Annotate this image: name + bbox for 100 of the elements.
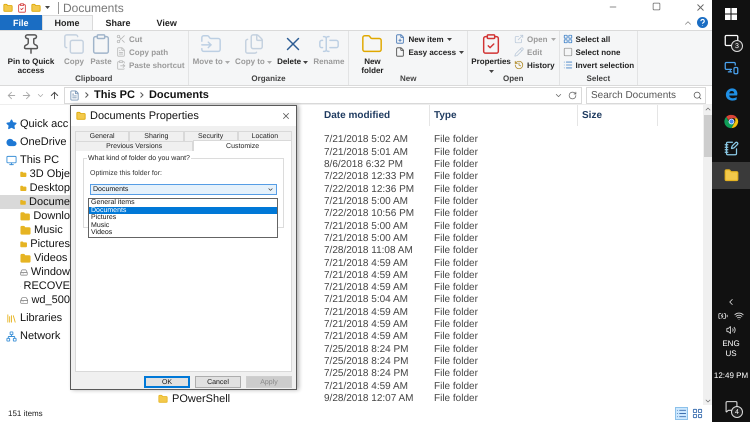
input-region[interactable]: US: [725, 349, 737, 359]
nav-item[interactable]: Downlo: [0, 209, 70, 223]
details-view-button[interactable]: [675, 407, 688, 420]
type-cell-text: File folder: [433, 270, 479, 282]
monitor-icon: [724, 60, 738, 75]
ribbon-button[interactable]: Pin to Quick access: [3, 33, 59, 75]
type-cell-text: File folder: [433, 344, 479, 356]
ribbon-button[interactable]: Select all: [562, 33, 634, 45]
nav-item[interactable]: 3D Obje: [0, 167, 70, 181]
type-cell-text: File folder: [433, 282, 479, 294]
nav-item[interactable]: Desktop: [0, 181, 70, 195]
breadcrumb[interactable]: This PC: [94, 89, 135, 101]
help-icon[interactable]: [697, 17, 708, 28]
input-language[interactable]: ENG: [722, 339, 740, 349]
up-button[interactable]: [49, 90, 60, 100]
type-cell-text: File folder: [433, 159, 479, 171]
ribbon-icon: [116, 60, 126, 70]
type-cell-text: File folder: [433, 232, 479, 245]
network-icon: [6, 330, 17, 342]
ribbon-button[interactable]: History: [514, 59, 556, 71]
date-cell-text: 7/21/2018 5:01 AM: [323, 146, 409, 159]
notepad-icon: [724, 141, 738, 156]
nav-item[interactable]: Network: [0, 329, 70, 343]
windows-icon: [725, 8, 737, 20]
folder-icon: [158, 394, 168, 404]
ribbon-button[interactable]: Invert selection: [562, 59, 634, 71]
type-cell-text: File folder: [433, 146, 479, 159]
breadcrumb[interactable]: Documents: [148, 89, 209, 101]
caret-icon: [45, 6, 50, 9]
tiles-view-button[interactable]: [691, 407, 704, 420]
date-cell-text: 7/22/2018 12:33 PM: [323, 171, 416, 184]
file-name[interactable]: POwerShell: [140, 392, 320, 405]
volume-icon[interactable]: [726, 325, 736, 335]
nav-item[interactable]: Docume: [0, 195, 70, 209]
close-button[interactable]: [281, 111, 291, 121]
date-cell-text: 7/21/2018 5:00 AM: [323, 232, 409, 245]
battery-icon[interactable]: [718, 311, 728, 321]
ribbon-button[interactable]: New folder: [352, 33, 392, 75]
nav-item[interactable]: Window: [0, 265, 70, 279]
wifi-icon[interactable]: [734, 311, 744, 321]
library-icon: [6, 312, 17, 324]
scroll-down-icon[interactable]: [704, 397, 712, 405]
type-cell-text: File folder: [433, 294, 479, 306]
type-cell-text: File folder: [433, 208, 479, 220]
pinned-icon: [6, 118, 17, 130]
caret-icon: [550, 38, 556, 40]
folder-icon: [20, 210, 30, 222]
nav-item[interactable]: Quick acc: [0, 117, 70, 131]
caret-icon: [303, 61, 308, 64]
ribbon-tab[interactable]: File: [0, 15, 42, 30]
scrollbar[interactable]: [703, 105, 712, 405]
column-header[interactable]: Size: [578, 105, 658, 126]
nav-item[interactable]: OneDrive: [0, 135, 70, 149]
date-cell-text: 7/21/2018 5:04 AM: [323, 294, 409, 306]
item-count: 151 items: [8, 409, 43, 418]
nav-item[interactable]: Pictures: [0, 237, 70, 251]
type-cell-text: File folder: [433, 392, 479, 405]
scroll-up-icon[interactable]: [704, 105, 712, 113]
date-cell-text: 7/21/2018 4:59 AM: [323, 282, 409, 294]
folder-icon: [76, 111, 86, 121]
taskbar-button[interactable]: [712, 162, 750, 189]
ribbon-icon: [63, 33, 85, 55]
address-bar[interactable]: This PC Documents: [64, 86, 582, 104]
ribbon-icon: [562, 34, 572, 44]
nav-item[interactable]: Music: [0, 223, 70, 237]
ribbon-button[interactable]: New item: [395, 33, 464, 45]
close-icon[interactable]: [695, 2, 706, 13]
date-cell-text: 7/21/2018 5:02 AM: [323, 134, 409, 146]
date-cell-text: 7/25/2018 8:24 PM: [323, 344, 410, 356]
ribbon-icon: [318, 33, 340, 55]
nav-item[interactable]: RECOVE: [0, 279, 70, 293]
type-cell-text: File folder: [433, 245, 479, 258]
clock[interactable]: 12:49 PM: [714, 371, 748, 381]
nav-item[interactable]: wd_500: [0, 293, 70, 307]
ribbon-button[interactable]: Delete: [276, 33, 310, 66]
date-cell-text: 7/21/2018 4:59 AM: [323, 319, 409, 332]
caret-icon: [488, 70, 494, 73]
folder-icon: [3, 2, 13, 12]
ribbon-icon: [116, 47, 126, 57]
nav-item[interactable]: Videos: [0, 251, 70, 265]
ribbon-icon: [395, 47, 406, 57]
nav-item[interactable]: Libraries: [0, 311, 70, 325]
ribbon-button[interactable]: Properties: [471, 33, 512, 75]
properties-icon: [17, 2, 27, 12]
column-header[interactable]: Type: [430, 105, 578, 126]
search-field[interactable]: Search Documents: [586, 86, 706, 104]
ribbon-button[interactable]: Select none: [562, 46, 634, 58]
ribbon-tab[interactable]: Home: [42, 15, 93, 30]
date-cell-text: 7/21/2018 5:00 AM: [323, 196, 409, 208]
date-cell-text: 7/21/2018 4:59 AM: [323, 258, 409, 270]
document-icon: [69, 90, 80, 100]
date-cell-text: 7/22/2018 10:56 PM: [323, 208, 416, 220]
column-header[interactable]: Date modified: [320, 105, 430, 126]
ribbon-icon: [116, 34, 126, 44]
maximize-icon[interactable]: [652, 2, 661, 11]
ribbon-button[interactable]: Easy access: [395, 46, 464, 58]
scrollbar-thumb[interactable]: [704, 115, 712, 157]
group-label: New: [399, 74, 418, 84]
refresh-icon[interactable]: [568, 90, 577, 100]
nav-item[interactable]: This PC: [0, 153, 70, 167]
